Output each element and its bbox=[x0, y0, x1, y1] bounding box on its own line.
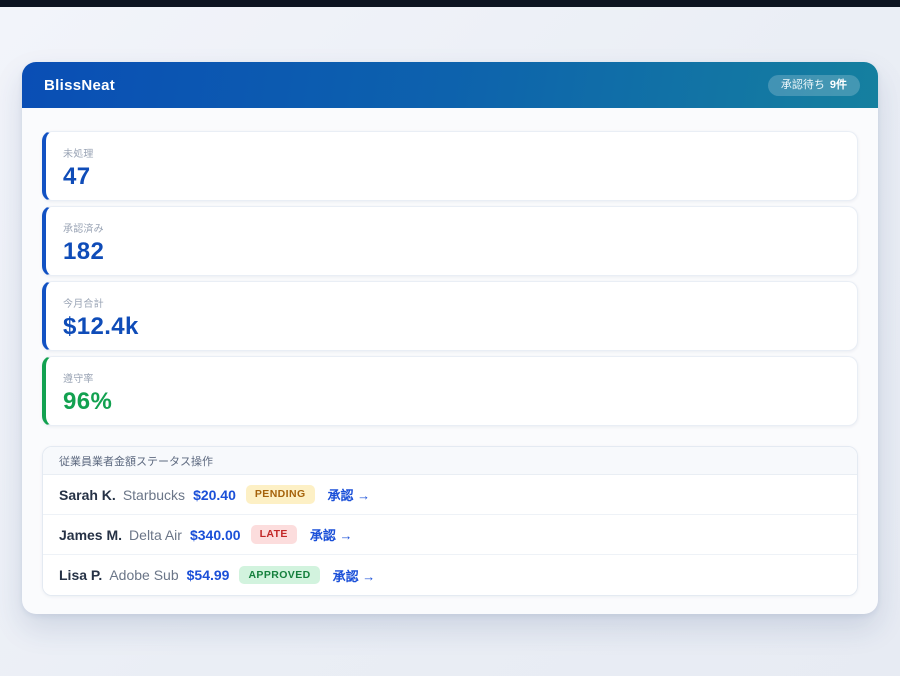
approve-link[interactable]: 承認 → bbox=[333, 566, 376, 585]
pending-badge-label: 承認待ち bbox=[781, 80, 825, 91]
column-header-status: ステータス bbox=[136, 453, 191, 469]
stat-label: 未処理 bbox=[63, 145, 840, 160]
vendor-name: Starbucks bbox=[123, 487, 185, 503]
pending-badge-count: 9件 bbox=[830, 80, 847, 91]
table-row: Lisa P. Adobe Sub $54.99 APPROVED 承認 → bbox=[43, 555, 857, 595]
amount-value: $340.00 bbox=[190, 527, 241, 543]
column-header-amount: 金額 bbox=[114, 453, 136, 469]
employee-name: James M. bbox=[59, 527, 122, 543]
status-badge: APPROVED bbox=[239, 566, 319, 585]
window-top-bar bbox=[0, 0, 900, 7]
app-header: BlissNeat 承認待ち 9件 bbox=[22, 62, 878, 108]
stat-label: 承認済み bbox=[63, 220, 840, 235]
stat-card-compliance: 遵守率 96% bbox=[42, 356, 858, 426]
table-row: James M. Delta Air $340.00 LATE 承認 → bbox=[43, 515, 857, 555]
stat-card-approved: 承認済み 182 bbox=[42, 206, 858, 276]
table-header-row: 従業員業者金額ステータス操作 bbox=[43, 447, 857, 475]
status-badge: LATE bbox=[251, 525, 297, 544]
column-header-action: 操作 bbox=[191, 453, 213, 469]
pending-count-badge: 承認待ち 9件 bbox=[768, 75, 860, 96]
vendor-name: Delta Air bbox=[129, 527, 182, 543]
stat-value: 47 bbox=[63, 164, 840, 190]
stat-label: 今月合計 bbox=[63, 295, 840, 310]
column-header-vendor: 業者 bbox=[92, 453, 114, 469]
stat-card-unprocessed: 未処理 47 bbox=[42, 131, 858, 201]
vendor-name: Adobe Sub bbox=[109, 567, 178, 583]
expenses-table: 従業員業者金額ステータス操作 Sarah K. Starbucks $20.40… bbox=[42, 446, 858, 596]
employee-name: Sarah K. bbox=[59, 487, 116, 503]
stat-value: $12.4k bbox=[63, 314, 840, 340]
column-header-employee: 従業員 bbox=[59, 453, 92, 469]
approve-link[interactable]: 承認 → bbox=[328, 485, 371, 504]
amount-value: $20.40 bbox=[193, 487, 236, 503]
table-row: Sarah K. Starbucks $20.40 PENDING 承認 → bbox=[43, 475, 857, 515]
stat-value: 182 bbox=[63, 239, 840, 265]
app-container: BlissNeat 承認待ち 9件 未処理 47 承認済み 182 今月合計 $… bbox=[22, 62, 878, 614]
employee-name: Lisa P. bbox=[59, 567, 102, 583]
stat-value: 96% bbox=[63, 389, 840, 415]
stat-card-month-total: 今月合計 $12.4k bbox=[42, 281, 858, 351]
app-title: BlissNeat bbox=[44, 77, 115, 94]
stat-label: 遵守率 bbox=[63, 370, 840, 385]
status-badge: PENDING bbox=[246, 485, 315, 504]
approve-link[interactable]: 承認 → bbox=[310, 525, 353, 544]
amount-value: $54.99 bbox=[187, 567, 230, 583]
app-body: 未処理 47 承認済み 182 今月合計 $12.4k 遵守率 96% 従業員業… bbox=[22, 108, 878, 596]
